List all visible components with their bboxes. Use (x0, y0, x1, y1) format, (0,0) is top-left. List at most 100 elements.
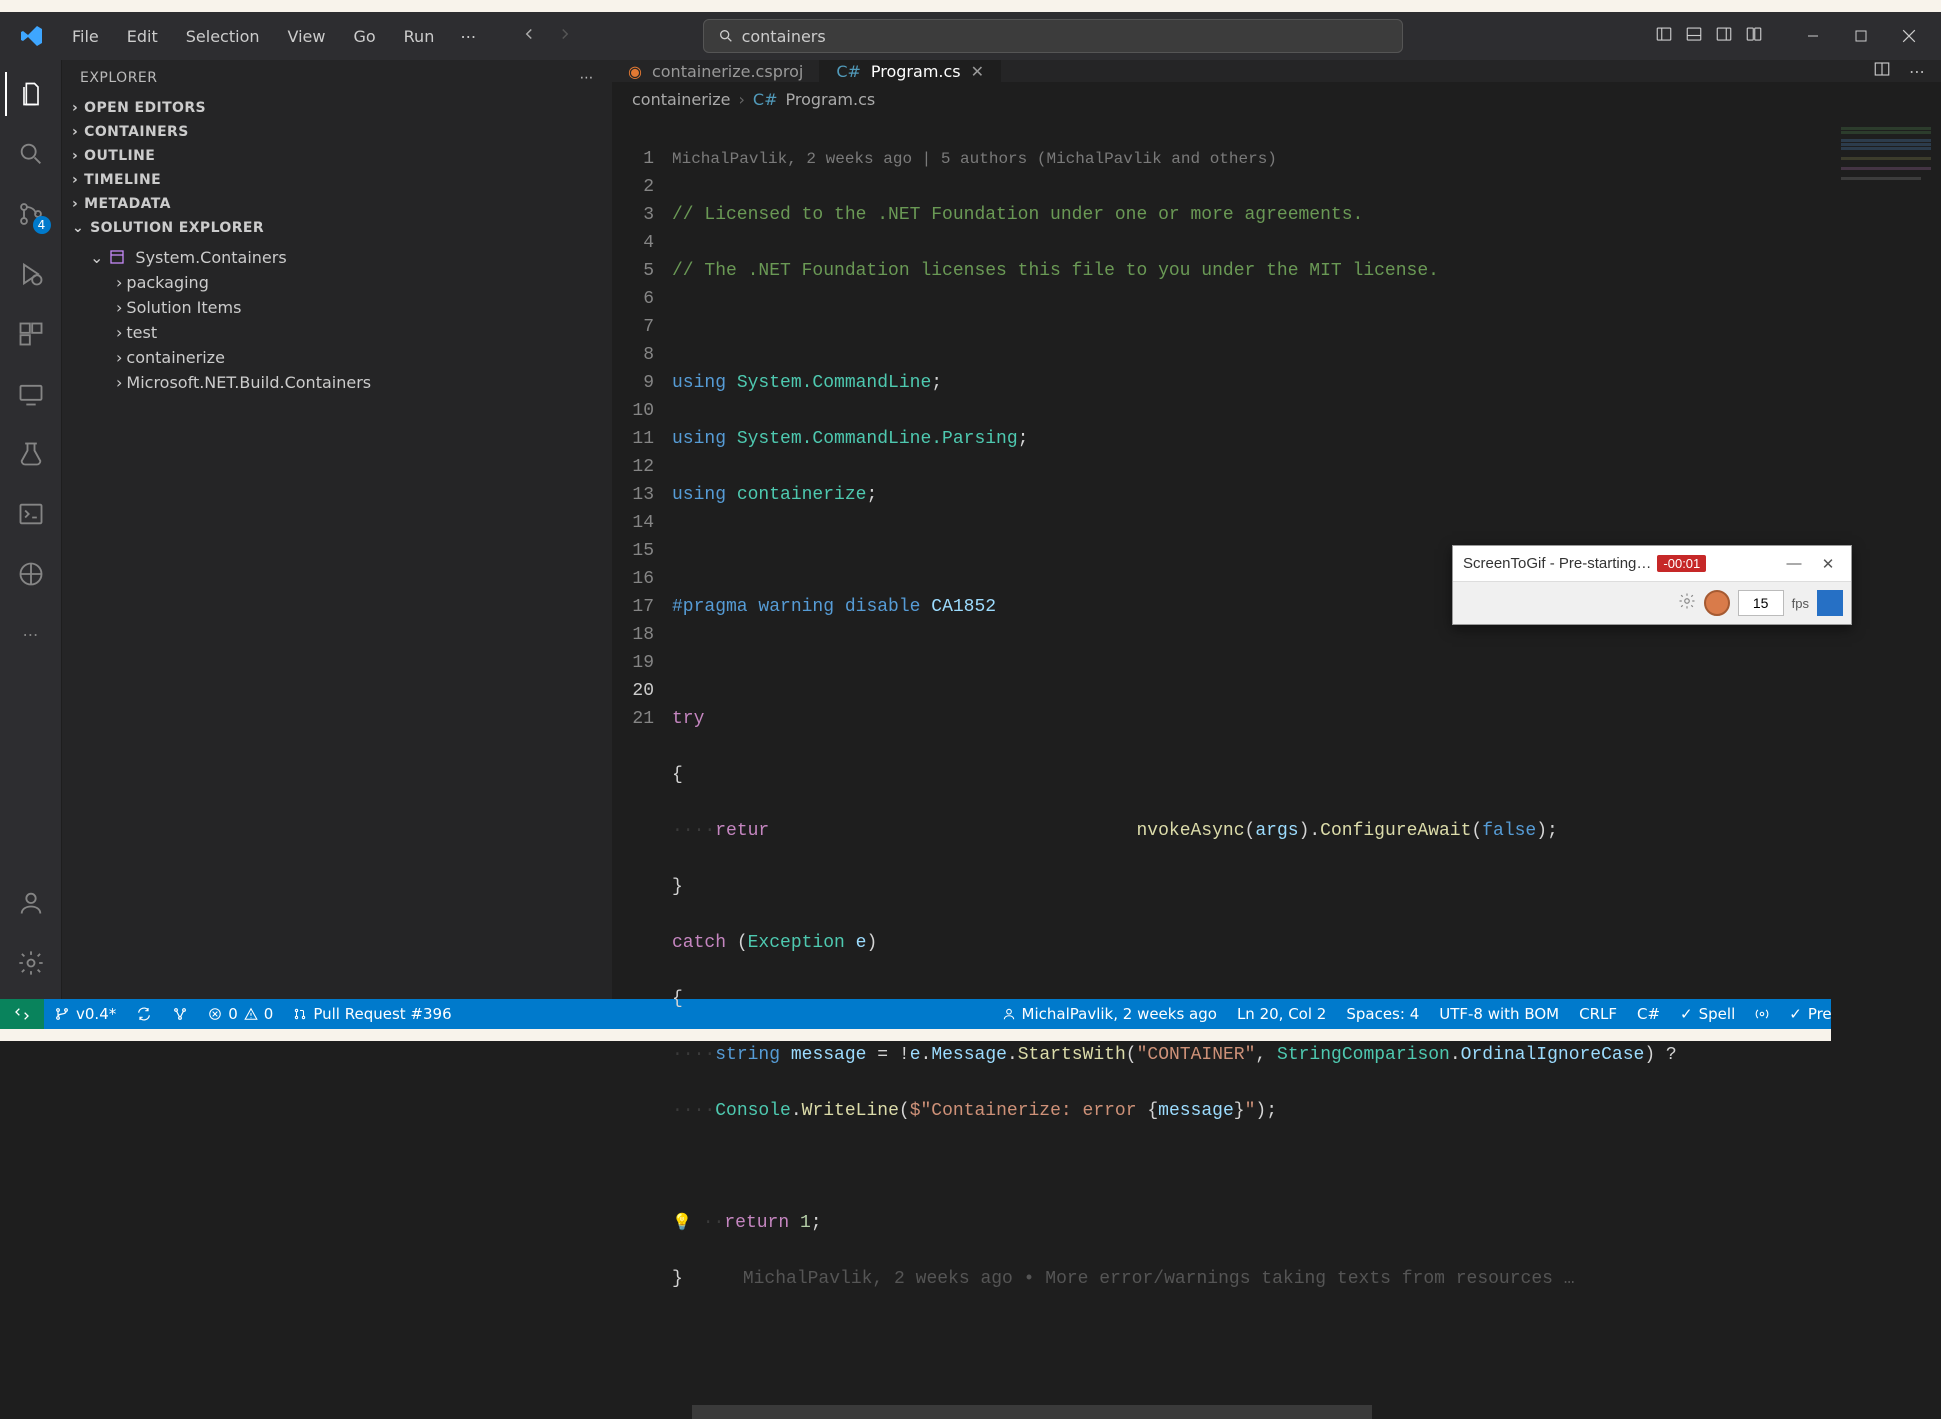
tree-item[interactable]: ›test (62, 320, 612, 345)
nav-back-icon[interactable] (520, 25, 538, 47)
activity-bar: 4 ⋯ (0, 60, 62, 999)
chevron-right-icon: › (116, 298, 122, 317)
title-bar: File Edit Selection View Go Run ⋯ contai… (0, 12, 1941, 60)
screentogif-overlay-window[interactable]: ScreenToGif - Pre-starting… -00:01 — ✕ f… (1452, 545, 1852, 625)
lightbulb-icon[interactable]: 💡 (672, 1214, 692, 1232)
sidebar-explorer: EXPLORER ⋯ ›OPEN EDITORS ›CONTAINERS ›OU… (62, 60, 612, 999)
window-minimize-icon[interactable] (1789, 17, 1837, 55)
layout-panel-icon[interactable] (1685, 25, 1703, 47)
editor-area[interactable]: 1234 5678 9101112 13141516 17181920 21 M… (612, 117, 1941, 1405)
search-text: containers (742, 27, 826, 46)
tree-item[interactable]: ›packaging (62, 270, 612, 295)
more-actions-icon[interactable]: ⋯ (1909, 62, 1925, 81)
activity-more-icon[interactable]: ⋯ (5, 608, 57, 660)
activity-explorer-icon[interactable] (5, 68, 57, 120)
minimap[interactable] (1831, 117, 1941, 1405)
status-branch[interactable]: v0.4* (44, 999, 126, 1029)
section-outline[interactable]: ›OUTLINE (62, 144, 612, 168)
activity-testing-icon[interactable] (5, 428, 57, 480)
breadcrumb[interactable]: containerize › C# Program.cs (612, 82, 1941, 117)
menu-run[interactable]: Run (392, 21, 447, 52)
code-lens[interactable]: MichalPavlik, 2 weeks ago | 5 authors (M… (672, 145, 1921, 173)
menu-go[interactable]: Go (341, 21, 387, 52)
status-problems[interactable]: 0 0 (198, 999, 283, 1029)
activity-extensions-icon[interactable] (5, 308, 57, 360)
csharp-file-icon: C# (753, 90, 778, 109)
solution-icon (107, 247, 127, 267)
window-maximize-icon[interactable] (1837, 17, 1885, 55)
tab-csproj[interactable]: ◉ containerize.csproj (612, 60, 820, 82)
chevron-down-icon: ⌄ (90, 248, 103, 267)
menu-view[interactable]: View (276, 21, 338, 52)
menu-file[interactable]: File (60, 21, 111, 52)
tab-program-cs[interactable]: C# Program.cs ✕ (820, 60, 1001, 82)
remote-indicator-icon[interactable] (0, 999, 44, 1029)
menu-selection[interactable]: Selection (174, 21, 272, 52)
xml-file-icon: ◉ (628, 62, 642, 81)
chevron-right-icon: › (72, 172, 78, 188)
line-number-gutter: 1234 5678 9101112 13141516 17181920 21 (612, 117, 672, 1405)
search-icon (718, 28, 734, 44)
chevron-right-icon: › (72, 100, 78, 116)
section-timeline[interactable]: ›TIMELINE (62, 168, 612, 192)
chevron-right-icon: › (72, 148, 78, 164)
chevron-right-icon: › (116, 348, 122, 367)
code-content[interactable]: MichalPavlik, 2 weeks ago | 5 authors (M… (672, 117, 1941, 1405)
layout-sidebar-left-icon[interactable] (1655, 25, 1673, 47)
chevron-right-icon: › (116, 373, 122, 392)
tree-root[interactable]: ⌄ System.Containers (62, 244, 612, 270)
activity-scm-icon[interactable]: 4 (5, 188, 57, 240)
activity-remote-icon[interactable] (5, 368, 57, 420)
fps-label: fps (1792, 596, 1809, 611)
fps-input[interactable] (1738, 590, 1784, 616)
layout-sidebar-right-icon[interactable] (1715, 25, 1733, 47)
layout-customize-icon[interactable] (1745, 25, 1763, 47)
vscode-logo-icon (18, 22, 46, 50)
countdown-timer: -00:01 (1657, 555, 1706, 572)
record-button-icon[interactable] (1704, 590, 1730, 616)
horizontal-scrollbar[interactable] (612, 1405, 1941, 1419)
overlay-minimize-icon[interactable]: — (1777, 551, 1811, 577)
stop-button-icon[interactable] (1817, 590, 1843, 616)
nav-forward-icon[interactable] (556, 25, 574, 47)
overlay-close-icon[interactable]: ✕ (1811, 551, 1845, 577)
section-containers[interactable]: ›CONTAINERS (62, 120, 612, 144)
menu-overflow-icon[interactable]: ⋯ (450, 21, 486, 52)
activity-terminal-icon[interactable] (5, 488, 57, 540)
editor-group: ◉ containerize.csproj C# Program.cs ✕ ⋯ … (612, 60, 1941, 999)
explorer-more-icon[interactable]: ⋯ (580, 70, 595, 86)
chevron-right-icon: › (72, 196, 78, 212)
split-editor-icon[interactable] (1873, 60, 1891, 82)
status-pull-request[interactable]: Pull Request #396 (283, 999, 461, 1029)
csharp-file-icon: C# (836, 62, 861, 81)
activity-explorer2-icon[interactable] (5, 548, 57, 600)
overlay-title: ScreenToGif - Pre-starting… (1463, 555, 1651, 572)
chevron-down-icon: ⌄ (72, 220, 84, 236)
chevron-right-icon: › (72, 124, 78, 140)
tree-item[interactable]: ›containerize (62, 345, 612, 370)
chevron-right-icon: › (116, 273, 122, 292)
tree-item[interactable]: ›Solution Items (62, 295, 612, 320)
section-solution-explorer[interactable]: ⌄SOLUTION EXPLORER (62, 216, 612, 240)
chevron-right-icon: › (739, 90, 745, 109)
section-metadata[interactable]: ›METADATA (62, 192, 612, 216)
editor-tabs: ◉ containerize.csproj C# Program.cs ✕ ⋯ (612, 60, 1941, 82)
activity-search-icon[interactable] (5, 128, 57, 180)
status-graph-icon[interactable] (162, 999, 198, 1029)
activity-debug-icon[interactable] (5, 248, 57, 300)
inline-blame: MichalPavlik, 2 weeks ago • More error/w… (743, 1269, 1575, 1289)
scm-badge: 4 (33, 216, 51, 234)
activity-settings-icon[interactable] (5, 937, 57, 989)
window-close-icon[interactable] (1885, 17, 1933, 55)
explorer-title: EXPLORER (80, 70, 158, 86)
close-icon[interactable]: ✕ (971, 62, 984, 81)
chevron-right-icon: › (116, 323, 122, 342)
command-center-search[interactable]: containers (703, 19, 1403, 53)
overlay-settings-icon[interactable] (1678, 592, 1696, 615)
tree-item[interactable]: ›Microsoft.NET.Build.Containers (62, 370, 612, 395)
section-open-editors[interactable]: ›OPEN EDITORS (62, 96, 612, 120)
activity-account-icon[interactable] (5, 877, 57, 929)
status-sync-icon[interactable] (126, 999, 162, 1029)
menu-edit[interactable]: Edit (115, 21, 170, 52)
scrollbar-thumb[interactable] (692, 1405, 1372, 1419)
